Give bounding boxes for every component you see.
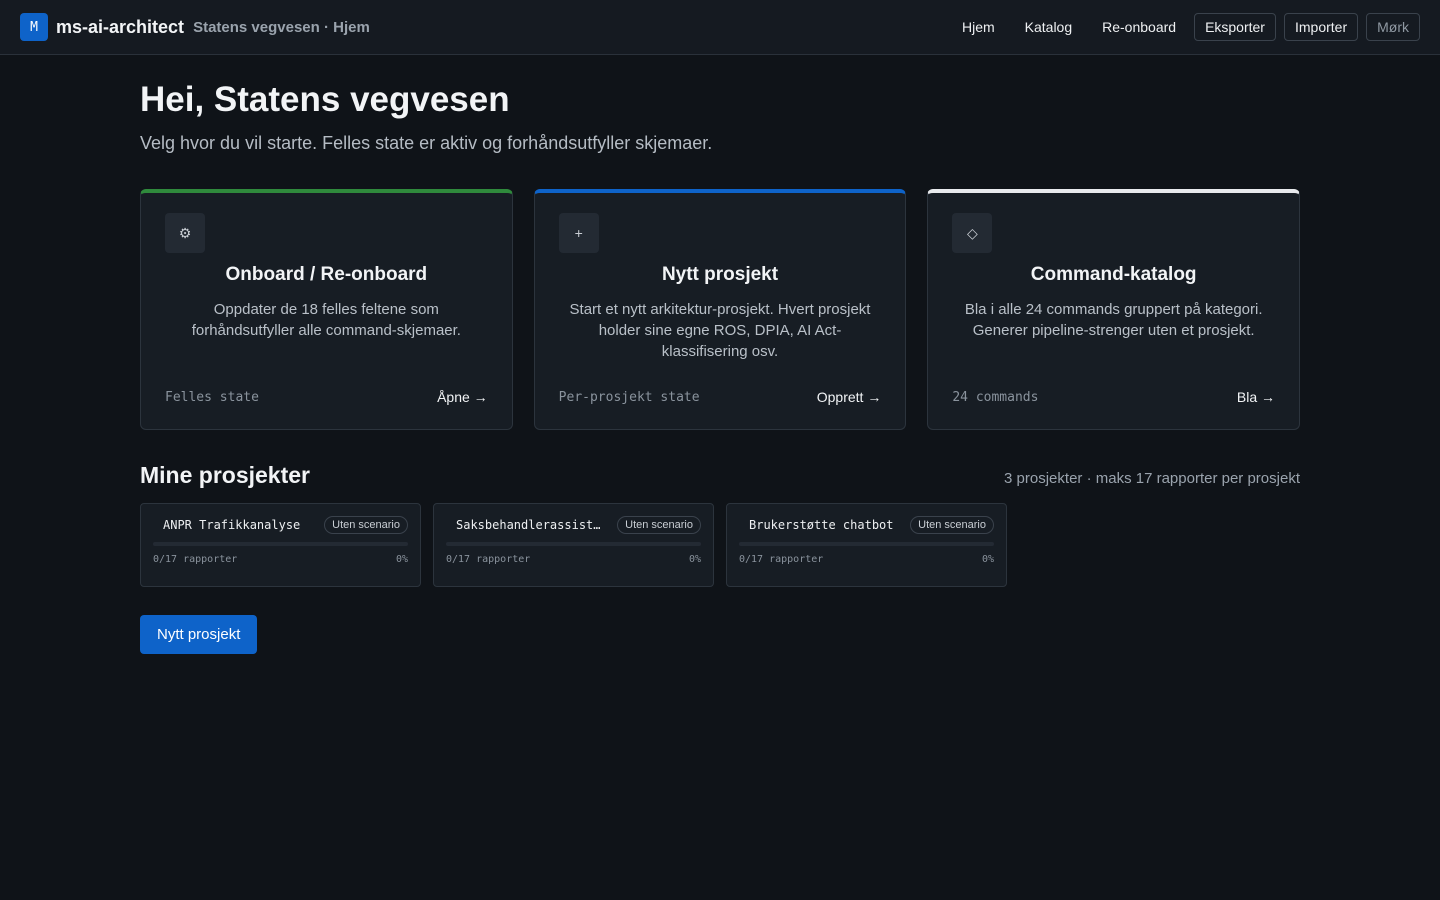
new-project-button[interactable]: Nytt prosjekt (140, 615, 258, 654)
project-name: ANPR Trafikkanalyse (163, 518, 301, 532)
export-button[interactable]: Eksporter (1194, 13, 1276, 41)
progress-percent: 0% (395, 554, 408, 565)
plus-icon: + (558, 213, 599, 253)
card-title: Onboard / Re-onboard (225, 264, 428, 285)
command-catalog-card[interactable]: ◇ Command-katalog Bla i alle 24 commands… (927, 189, 1301, 430)
create-project-link[interactable]: Opprett → (817, 389, 882, 405)
nav-reonboard-link[interactable]: Re-onboard (1092, 13, 1186, 41)
onboard-card[interactable]: ⚙ Onboard / Re-onboard Oppdater de 18 fe… (140, 189, 513, 430)
project-card[interactable]: Brukerstøtte chatbot Uten scenario 0/17 … (726, 503, 1007, 587)
projects-summary: 3 prosjekter · maks 17 rapporter per pro… (1004, 470, 1300, 487)
card-meta: 24 commands (952, 389, 1039, 405)
project-name: Saksbehandlerassiste… (456, 518, 601, 532)
projects-section: Mine prosjekter 3 prosjekter · maks 17 r… (140, 462, 1300, 654)
project-name: Brukerstøtte chatbot (749, 518, 894, 532)
open-onboard-link[interactable]: Åpne → (437, 389, 488, 405)
progress-bar (153, 542, 408, 546)
report-count: 0/17 rapporter (739, 554, 824, 565)
card-footer: Felles state Åpne → (165, 389, 488, 405)
theme-toggle-button[interactable]: Mørk (1366, 13, 1420, 41)
start-cards: ⚙ Onboard / Re-onboard Oppdater de 18 fe… (140, 189, 1301, 430)
card-description: Bla i alle 24 commands gruppert på kateg… (964, 301, 1263, 339)
card-meta: Per-prosjekt state (558, 389, 700, 405)
main-content: Hei, Statens vegvesen Velg hvor du vil s… (140, 55, 1301, 654)
card-footer: 24 commands Bla → (952, 389, 1275, 405)
project-card[interactable]: Saksbehandlerassiste… Uten scenario 0/17… (433, 503, 714, 587)
report-count: 0/17 rapporter (153, 554, 238, 565)
card-meta: Felles state (165, 389, 259, 405)
card-title: Nytt prosjekt (661, 264, 779, 285)
breadcrumb: Statens vegvesen · Hjem (193, 18, 370, 36)
projects-header: Mine prosjekter 3 prosjekter · maks 17 r… (140, 462, 1300, 489)
top-bar: M ms-ai-architect Statens vegvesen · Hje… (0, 0, 1440, 55)
page-subtitle: Velg hvor du vil starte. Felles state er… (140, 133, 713, 153)
import-button[interactable]: Importer (1283, 13, 1359, 41)
card-footer: Per-prosjekt state Opprett → (559, 389, 882, 405)
progress-bar (739, 542, 994, 546)
nav-home-link[interactable]: Hjem (952, 13, 1005, 41)
progress-percent: 0% (688, 554, 701, 565)
scenario-badge: Uten scenario (324, 516, 408, 534)
nav-catalog-link[interactable]: Katalog (1015, 13, 1082, 41)
scenario-badge: Uten scenario (910, 516, 994, 534)
app-logo[interactable]: M (20, 13, 48, 41)
progress-bar (446, 542, 701, 546)
project-list: ANPR Trafikkanalyse Uten scenario 0/17 r… (140, 503, 1300, 587)
app-name[interactable]: ms-ai-architect (56, 17, 184, 38)
page-title: Hei, Statens vegvesen (140, 80, 510, 119)
progress-percent: 0% (981, 554, 994, 565)
scenario-badge: Uten scenario (617, 516, 701, 534)
new-project-card[interactable]: + Nytt prosjekt Start et nytt arkitektur… (533, 189, 907, 430)
card-title: Command-katalog (1030, 264, 1197, 285)
card-description: Oppdater de 18 felles feltene som forhån… (191, 301, 461, 339)
gear-icon: ⚙ (165, 213, 205, 253)
browse-catalog-link[interactable]: Bla → (1237, 389, 1275, 405)
top-nav: Hjem Katalog Re-onboard Eksporter Import… (942, 13, 1420, 41)
report-count: 0/17 rapporter (446, 554, 531, 565)
diamond-icon: ◇ (952, 213, 993, 253)
project-card[interactable]: ANPR Trafikkanalyse Uten scenario 0/17 r… (140, 503, 421, 587)
projects-title: Mine prosjekter (140, 462, 310, 488)
card-description: Start et nytt arkitektur-prosjekt. Hvert… (569, 301, 871, 360)
